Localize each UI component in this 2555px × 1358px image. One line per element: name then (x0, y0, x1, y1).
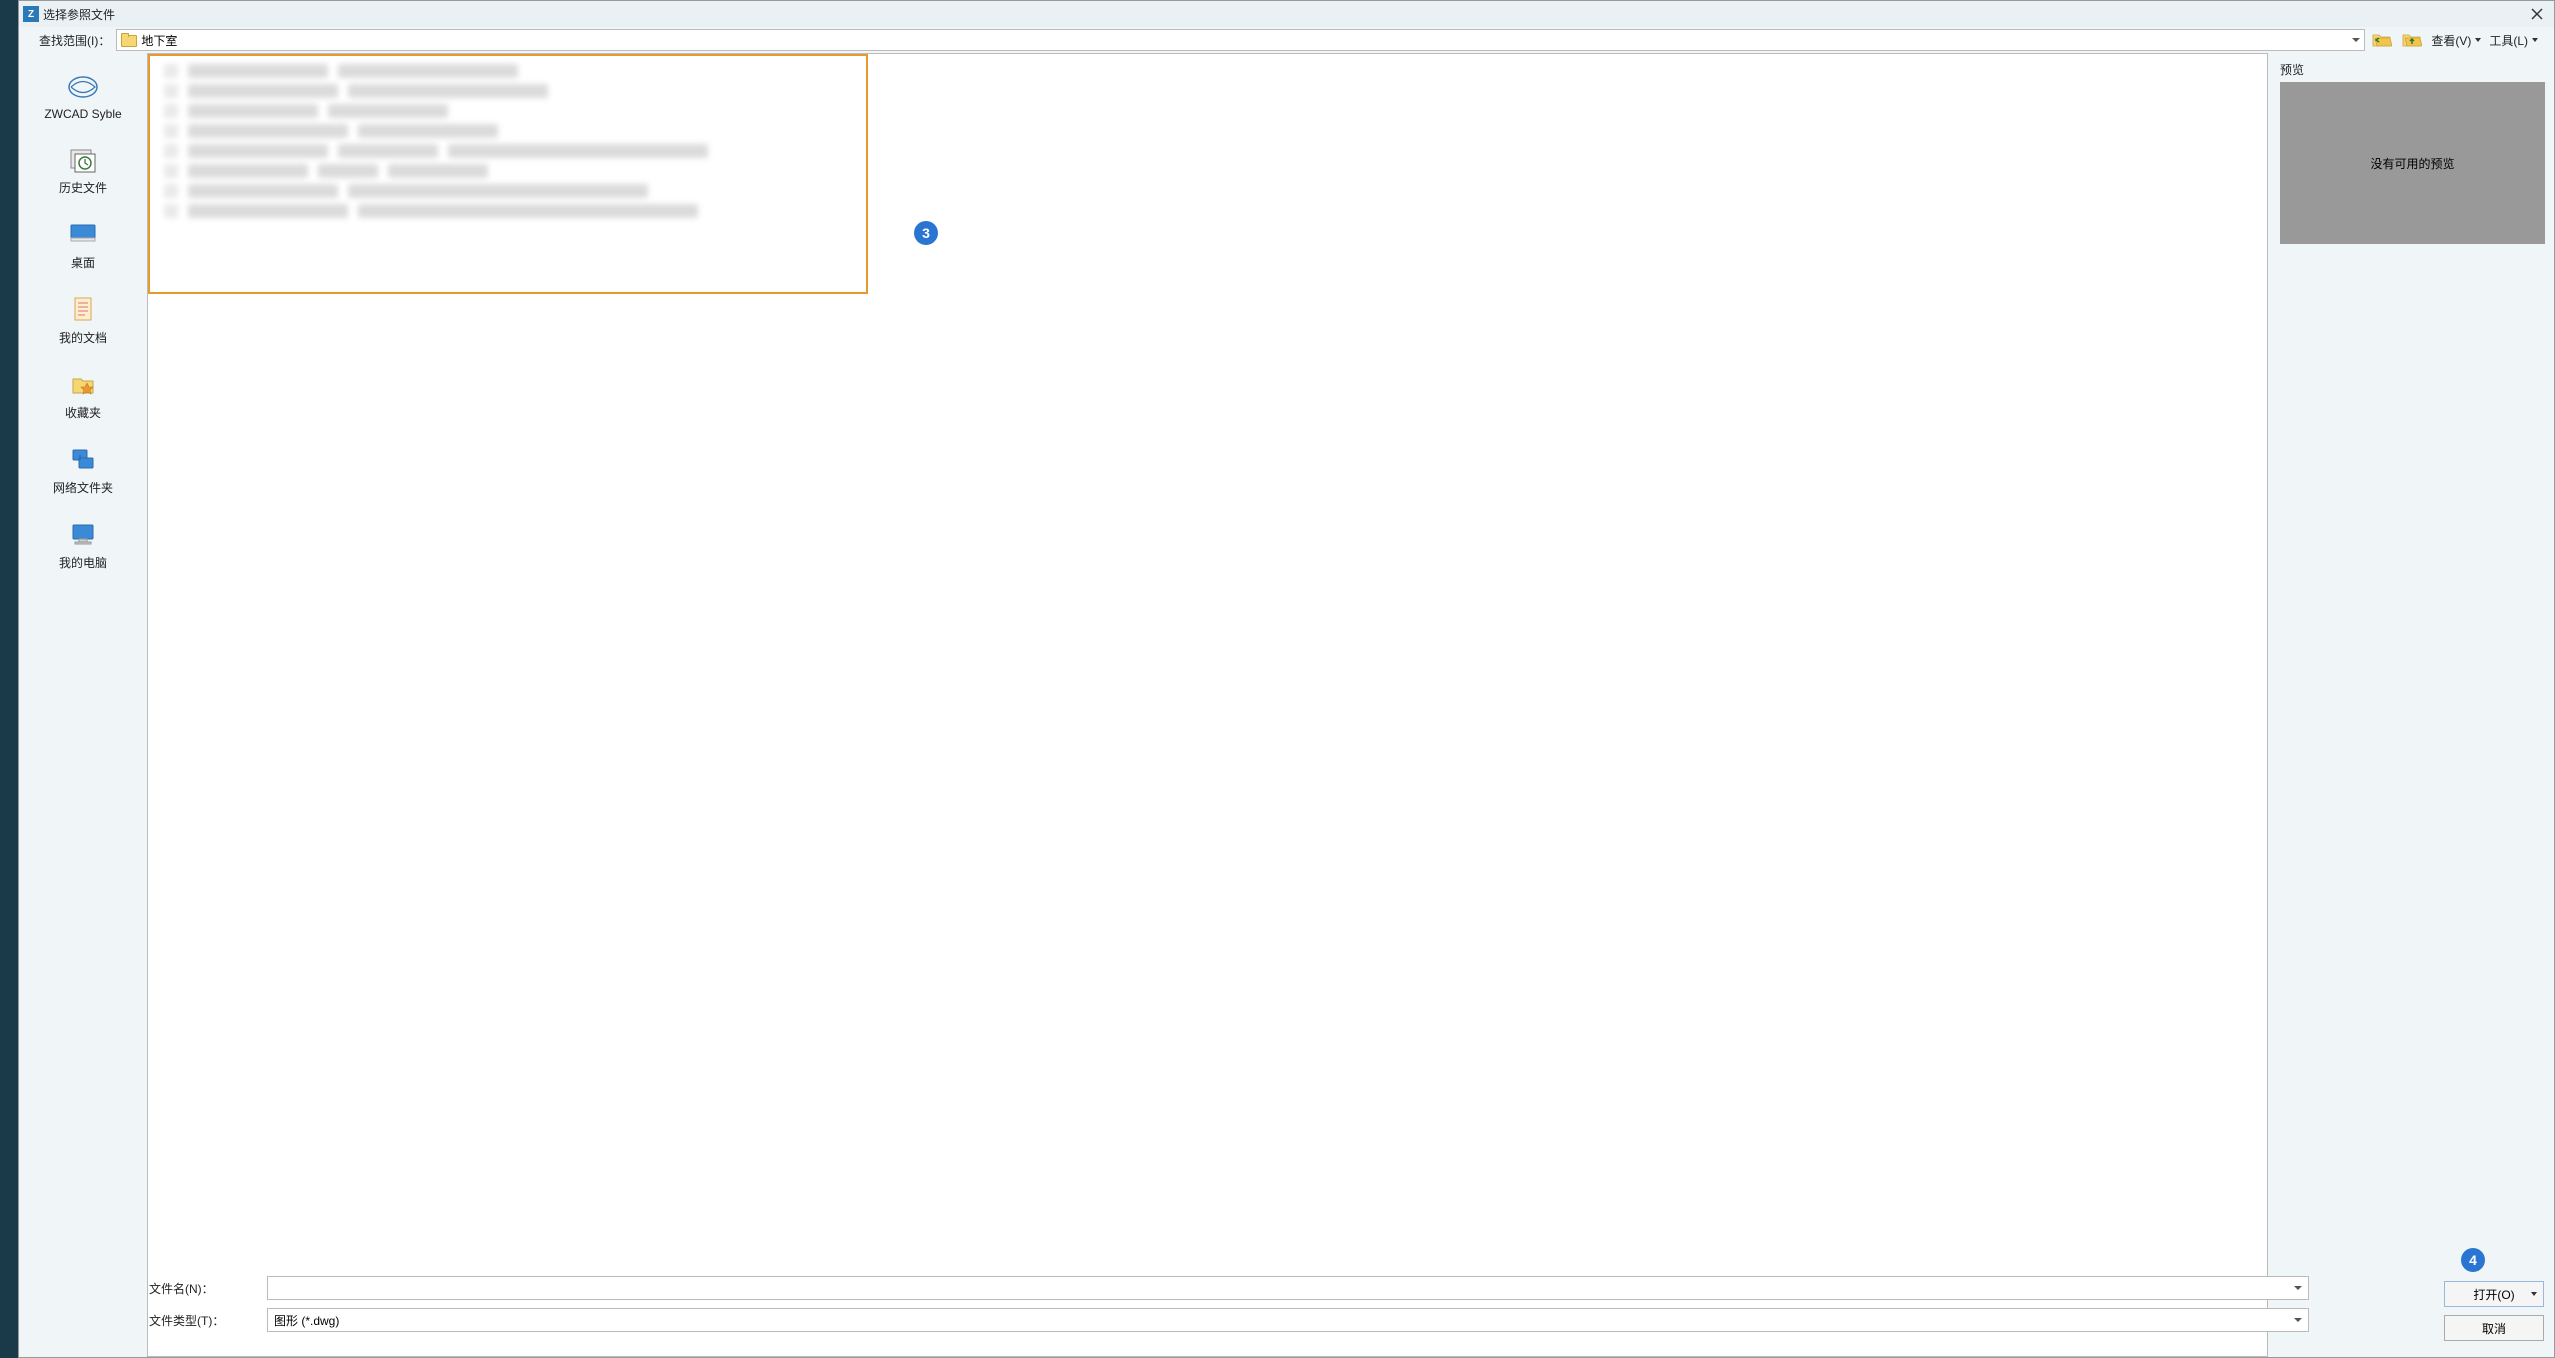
desktop-icon (63, 216, 103, 252)
sidebar-item-label: 我的文档 (59, 329, 107, 346)
titlebar: Z 选择参照文件 (19, 1, 2554, 27)
documents-icon (63, 291, 103, 327)
bottom-area: 文件名(N)： 文件类型(T)： 图形 (*.dwg) 打开(O) 取消 (149, 1276, 2544, 1351)
close-icon (2531, 8, 2543, 20)
sidebar-item-zwcad[interactable]: ZWCAD Syble (19, 63, 147, 135)
sidebar-item-network[interactable]: 网络文件夹 (19, 435, 147, 510)
cancel-button-label: 取消 (2482, 1320, 2506, 1337)
lookup-select[interactable]: 地下室 (116, 29, 2365, 51)
filename-row: 文件名(N)： (149, 1276, 2544, 1300)
sidebar-item-label: 我的电脑 (59, 554, 107, 571)
folder-up-icon (2402, 32, 2422, 48)
file-list-area[interactable] (147, 53, 2268, 1357)
history-icon (63, 141, 103, 177)
up-folder-button[interactable] (2401, 30, 2423, 50)
filetype-row: 文件类型(T)： 图形 (*.dwg) (149, 1308, 2544, 1332)
lookup-label: 查找范围(I)： (39, 32, 110, 49)
chevron-down-icon (2294, 1318, 2302, 1322)
toolbar-right: 查看(V) 工具(L) (2371, 30, 2548, 50)
sidebar-item-label: 桌面 (71, 254, 95, 271)
preview-box: 没有可用的预览 (2280, 82, 2545, 244)
filetype-select[interactable]: 图形 (*.dwg) (267, 1308, 2309, 1332)
sidebar-item-documents[interactable]: 我的文档 (19, 285, 147, 360)
dialog-title: 选择参照文件 (43, 6, 115, 23)
filename-label: 文件名(N)： (149, 1280, 259, 1297)
app-icon: Z (23, 6, 39, 22)
filename-input[interactable] (267, 1276, 2309, 1300)
sidebar-item-history[interactable]: 历史文件 (19, 135, 147, 210)
filetype-label: 文件类型(T)： (149, 1312, 259, 1329)
blurred-file-list (164, 64, 844, 224)
main-area: ZWCAD Syble 历史文件 (19, 53, 2554, 1357)
chevron-down-icon (2475, 38, 2481, 42)
open-button-label: 打开(O) (2473, 1286, 2514, 1303)
preview-empty-text: 没有可用的预览 (2370, 155, 2454, 172)
folder-icon (121, 33, 137, 47)
callout-badge-3: 3 (914, 221, 938, 245)
sidebar-item-label: 网络文件夹 (53, 479, 113, 496)
sidebar: ZWCAD Syble 历史文件 (19, 53, 147, 1357)
chevron-down-icon (2531, 1292, 2537, 1296)
chevron-down-icon (2352, 38, 2360, 42)
open-button[interactable]: 打开(O) (2444, 1281, 2544, 1307)
bottom-buttons: 打开(O) 取消 (2444, 1281, 2544, 1341)
chevron-down-icon (2294, 1286, 2302, 1290)
chevron-down-icon (2532, 38, 2538, 42)
sidebar-item-favorites[interactable]: 收藏夹 (19, 360, 147, 435)
folder-open-icon (2372, 32, 2392, 48)
zwcad-icon (63, 69, 103, 105)
lookup-value: 地下室 (141, 32, 177, 49)
preview-panel: 预览 没有可用的预览 (2272, 53, 2554, 1357)
back-folder-button[interactable] (2371, 30, 2393, 50)
cancel-button[interactable]: 取消 (2444, 1315, 2544, 1341)
view-label: 查看(V) (2431, 32, 2471, 49)
sidebar-item-desktop[interactable]: 桌面 (19, 210, 147, 285)
preview-label: 预览 (2280, 57, 2546, 82)
network-icon (63, 441, 103, 477)
tools-dropdown[interactable]: 工具(L) (2489, 32, 2538, 49)
app-background (0, 0, 18, 1358)
sidebar-item-label: 收藏夹 (65, 404, 101, 421)
sidebar-item-label: ZWCAD Syble (44, 107, 121, 121)
computer-icon (63, 516, 103, 552)
lookup-row: 查找范围(I)： 地下室 查看(V) (19, 27, 2554, 53)
filetype-value: 图形 (*.dwg) (274, 1312, 339, 1329)
view-dropdown[interactable]: 查看(V) (2431, 32, 2481, 49)
file-dialog: Z 选择参照文件 查找范围(I)： 地下室 (18, 0, 2555, 1358)
close-button[interactable] (2526, 3, 2548, 25)
tools-label: 工具(L) (2489, 32, 2528, 49)
callout-badge-4: 4 (2461, 1248, 2485, 1272)
sidebar-item-label: 历史文件 (59, 179, 107, 196)
favorites-icon (63, 366, 103, 402)
sidebar-item-computer[interactable]: 我的电脑 (19, 510, 147, 585)
